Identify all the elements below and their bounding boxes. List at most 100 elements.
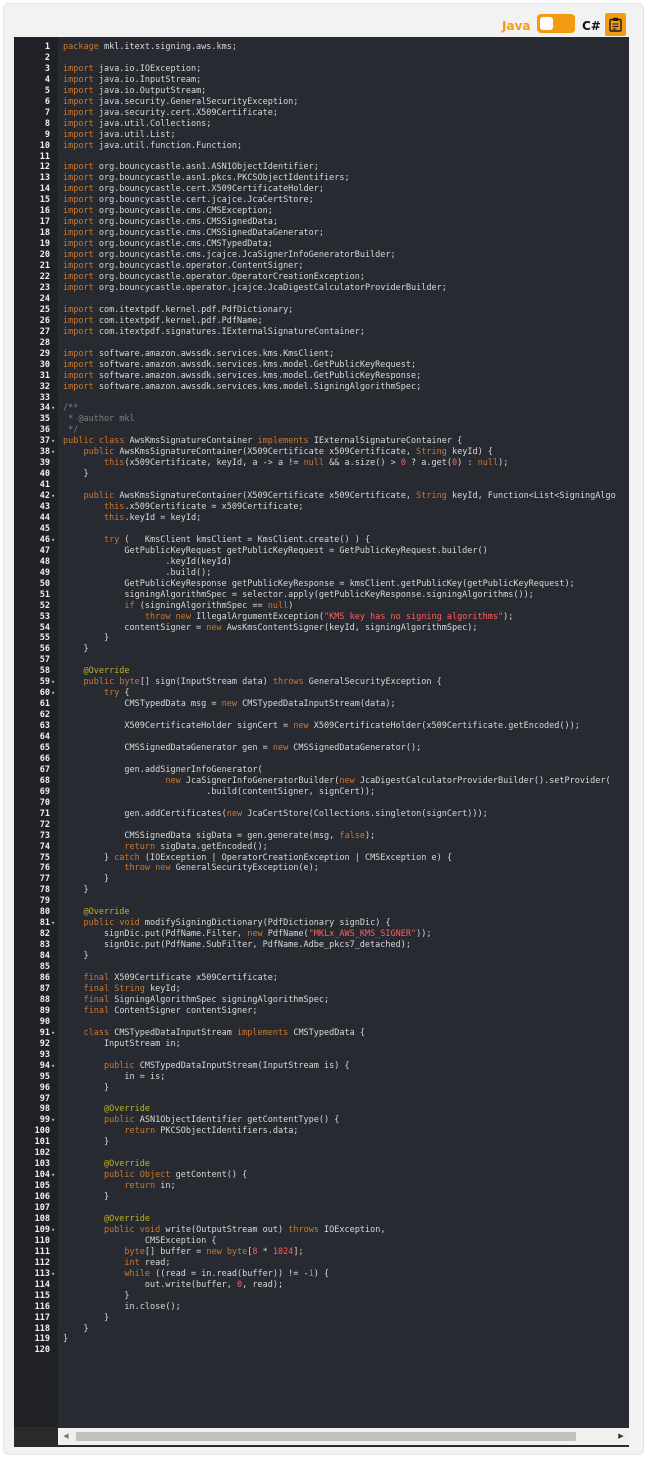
fold-toggle-icon[interactable]: ▾ [51, 1269, 57, 1280]
fold-toggle-icon[interactable]: ▾ [51, 436, 57, 447]
code-text: import org.bouncycastle.asn1.ASN1ObjectI… [63, 162, 319, 173]
code-text: @Override [103, 1104, 151, 1115]
line-number: 39 [39, 458, 50, 469]
fold-toggle-icon[interactable]: ▾ [51, 677, 57, 688]
code-text: signDic.put(PdfName.SubFilter, PdfName.A… [63, 940, 411, 951]
fold-toggle-icon[interactable]: ▾ [51, 535, 57, 546]
code-line: 18 import org.bouncycastle.cms.CMSSignedD… [14, 228, 629, 239]
line-number: 55 [39, 633, 50, 644]
code-text: in.close(); [63, 1301, 181, 1312]
code-line: 40 } [14, 469, 629, 480]
code-line: 118 } [14, 1324, 629, 1335]
line-number: 10 [39, 140, 50, 151]
code-line: 62 [14, 710, 629, 721]
code-line: 7 import java.security.cert.X509Certifica… [14, 108, 629, 119]
line-number: 4 [44, 74, 50, 85]
csharp-language-label[interactable]: C# [582, 19, 601, 33]
line-number: 3 [44, 63, 50, 74]
line-number: 45 [39, 523, 50, 534]
java-language-label[interactable]: Java [502, 19, 530, 33]
code-line: 32 import software.amazon.awssdk.services… [14, 382, 629, 393]
fold-toggle-icon[interactable]: ▾ [51, 1061, 57, 1072]
toggle-knob[interactable] [540, 17, 553, 30]
line-number: 44 [39, 512, 50, 523]
code-line: 54 contentSigner = new AwsKmsContentSign… [14, 623, 629, 634]
line-number: 105 [34, 1181, 50, 1192]
code-text: } [63, 1323, 89, 1334]
line-number: 72 [39, 819, 50, 830]
code-text: import java.security.cert.X509Certificat… [63, 107, 278, 118]
code-line: 14 import org.bouncycastle.cert.X509Certi… [14, 184, 629, 195]
code-line: 63 X509CertificateHolder signCert = new … [14, 721, 629, 732]
line-number: 68 [39, 775, 50, 786]
line-number: 48 [39, 556, 50, 567]
line-number: 103 [34, 1159, 50, 1170]
fold-toggle-icon[interactable]: ▾ [51, 1115, 57, 1126]
code-line: 83 signDic.put(PdfName.SubFilter, PdfNam… [14, 940, 629, 951]
code-line: 6 import java.security.GeneralSecurityExc… [14, 97, 629, 108]
code-line: 39 this(x509Certificate, keyId, a -> a !… [14, 458, 629, 469]
code-text: import java.util.List; [63, 129, 176, 140]
line-number: 100 [34, 1126, 50, 1137]
code-line: 1 package mkl.itext.signing.aws.kms; [14, 42, 629, 53]
code-line: 77 } [14, 874, 629, 885]
code-text: GetPublicKeyRequest getPublicKeyRequest … [63, 545, 488, 556]
scroll-left-icon[interactable]: ◀ [58, 1428, 74, 1445]
line-number: 41 [39, 480, 50, 491]
code-line: 22 import org.bouncycastle.operator.Opera… [14, 272, 629, 283]
line-number: 92 [39, 1038, 50, 1049]
copy-code-button[interactable] [605, 13, 626, 36]
code-line: 84 } [14, 951, 629, 962]
code-text: import org.bouncycastle.operator.Operato… [63, 272, 365, 283]
code-text: gen.addCertificates(new JcaCertStore(Col… [63, 808, 488, 819]
line-number: 73 [39, 830, 50, 841]
line-number: 78 [39, 885, 50, 896]
code-text: } [63, 633, 110, 644]
code-line: 66 [14, 754, 629, 765]
language-toggle[interactable] [537, 14, 575, 33]
line-number: 33 [39, 392, 50, 403]
code-text: import com.itextpdf.kernel.pdf.PdfDictio… [63, 304, 294, 315]
line-number: 104 [34, 1170, 50, 1181]
scrollbar-thumb[interactable] [76, 1432, 576, 1441]
fold-toggle-icon[interactable]: ▾ [51, 688, 57, 699]
code-text: * @author mkl [63, 414, 135, 425]
fold-toggle-icon[interactable]: ▾ [51, 491, 57, 502]
fold-toggle-icon[interactable]: ▾ [51, 918, 57, 929]
code-text: import org.bouncycastle.operator.jcajce.… [63, 282, 447, 293]
horizontal-scrollbar[interactable]: ◀ ▶ [58, 1428, 629, 1445]
fold-toggle-icon[interactable]: ▾ [51, 447, 57, 458]
code-line: 90 [14, 1017, 629, 1028]
code-text: import software.amazon.awssdk.services.k… [63, 359, 417, 370]
code-line: 97 [14, 1094, 629, 1105]
code-text: import software.amazon.awssdk.services.k… [63, 381, 422, 392]
code-line: 67 gen.addSignerInfoGenerator( [14, 765, 629, 776]
code-line: 107 [14, 1203, 629, 1214]
code-text: } [63, 874, 110, 885]
code-line: 95 in = is; [14, 1072, 629, 1083]
scroll-right-icon[interactable]: ▶ [613, 1428, 629, 1445]
line-number: 71 [39, 808, 50, 819]
code-text: public void write(OutputStream out) thro… [103, 1224, 386, 1235]
line-number: 22 [39, 272, 50, 283]
fold-toggle-icon[interactable]: ▾ [51, 1028, 57, 1039]
fold-toggle-icon[interactable]: ▾ [51, 403, 57, 414]
code-text: signingAlgorithmSpec = selector.apply(ge… [63, 589, 534, 600]
line-number: 75 [39, 852, 50, 863]
code-text: signDic.put(PdfName.Filter, new PdfName(… [63, 929, 432, 940]
code-line: 43 this.x509Certificate = x509Certificat… [14, 502, 629, 513]
line-number: 102 [34, 1148, 50, 1159]
code-line: 8 import java.util.Collections; [14, 119, 629, 130]
line-number: 7 [44, 107, 50, 118]
line-number: 14 [39, 184, 50, 195]
fold-toggle-icon[interactable]: ▾ [51, 1170, 57, 1181]
line-number: 8 [44, 118, 50, 129]
line-number: 88 [39, 994, 50, 1005]
line-number: 83 [39, 940, 50, 951]
line-number: 66 [39, 753, 50, 764]
fold-toggle-icon[interactable]: ▾ [51, 1225, 57, 1236]
line-number: 9 [44, 129, 50, 140]
code-editor[interactable]: 1 package mkl.itext.signing.aws.kms; 2 3 imp… [14, 37, 629, 1447]
line-number: 109 [34, 1224, 50, 1235]
line-number: 85 [39, 962, 50, 973]
